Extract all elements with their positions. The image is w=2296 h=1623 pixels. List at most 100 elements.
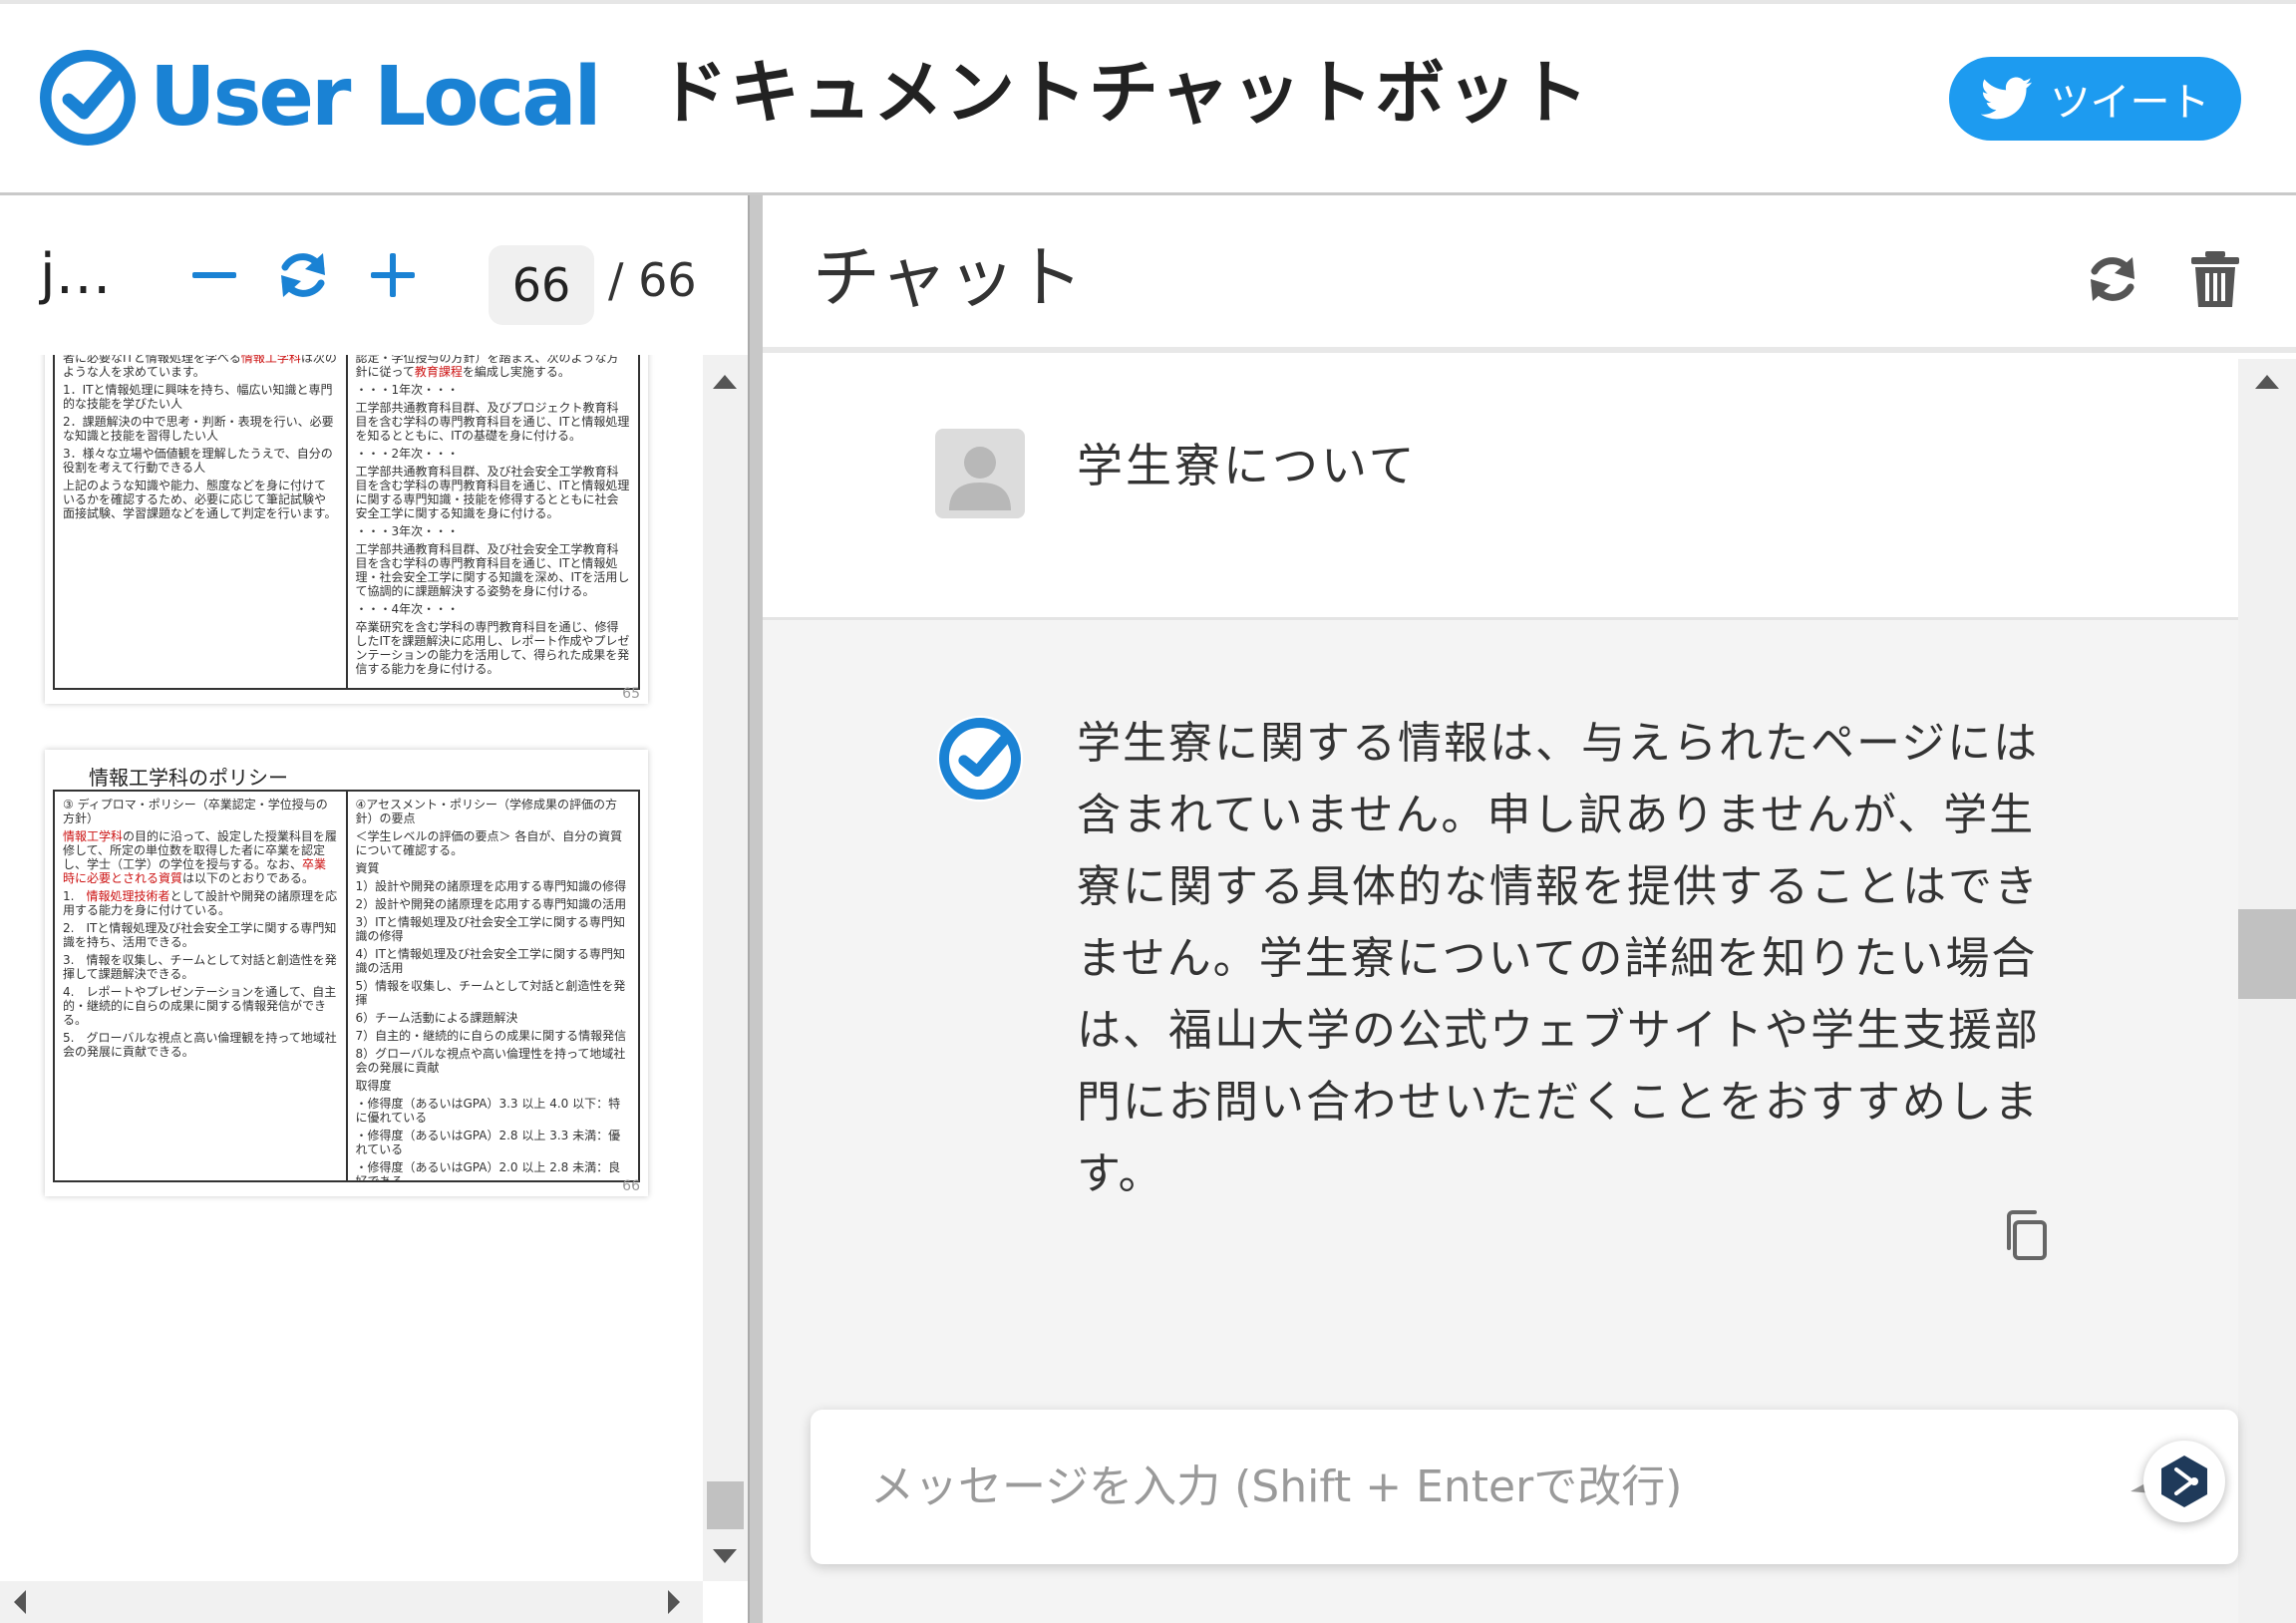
document-paragraph: 2．課題解決の中で思考・判断・表現を行い、必要な知識と技能を習得したい人 (63, 415, 338, 443)
body-text: 6）チーム活動による課題解決 (355, 1011, 518, 1025)
document-paragraph: 3. 情報を収集し、チームとして対話と創造性を発揮して課題解決できる。 (63, 953, 338, 981)
document-name[interactable]: j… (40, 247, 112, 303)
document-paragraph: ・修得度（あるいはGPA）2.8 以上 3.3 未満：優れている (356, 1129, 631, 1156)
chat-vertical-scrollbar[interactable] (2238, 359, 2296, 1623)
document-paragraph: ・・・2年次・・・ (356, 447, 631, 461)
document-paragraph: 認定・学位授与の方針）を踏まえ、次のような方針に従って教育課程を編成し実施する。 (356, 355, 631, 379)
document-paragraph: ・修得度（あるいはGPA）3.3 以上 4.0 以下：特に優れている (356, 1097, 631, 1125)
chat-title: チャット (813, 239, 1084, 318)
chat-header: チャット (763, 195, 2296, 353)
page-65-right-column: 認定・学位授与の方針）を踏まえ、次のような方針に従って教育課程を編成し実施する。… (345, 355, 639, 688)
document-paragraph: 取得度 (356, 1079, 631, 1093)
document-paragraph: 1）設計や開発の諸原理を応用する専門知識の修得 (356, 879, 631, 893)
panel-splitter[interactable] (748, 195, 763, 1623)
document-paragraph: 4）ITと情報処理及び社会安全工学に関する専門知識の活用 (356, 947, 631, 975)
body-text: 3．様々な立場や価値観を理解したうえで、自分の役割を考えて行動できる人 (63, 447, 333, 475)
page-65-columns: 者に必要なITと情報処理を学べる情報工学科は次のような人を求めています。 1．IT… (53, 355, 640, 690)
body-text: 4）ITと情報処理及び社会安全工学に関する専門知識の活用 (355, 947, 626, 975)
body-text: 者に必要なITと情報処理を学べる (63, 355, 241, 365)
app-header: User Local ドキュメントチャットボット ツイート (0, 0, 2296, 195)
body-text: 8）グローバルな視点や高い倫理性を持って地域社会の発展に貢献 (355, 1047, 626, 1075)
highlighted-text: 情報処理技術者 (86, 889, 170, 903)
body-text: ・・・4年次・・・ (355, 602, 460, 616)
twitter-bird-icon (1980, 77, 2032, 120)
body-text: ③ ディプロマ・ポリシー（卒業認定・学位授与の方針） (63, 798, 328, 825)
document-paragraph: ④アセスメント・ポリシー（学修成果の評価の方針）の要点 (356, 798, 631, 825)
document-paragraph: 5）情報を収集し、チームとして対話と創造性を発揮 (356, 979, 631, 1007)
document-paragraph: ・・・4年次・・・ (356, 602, 631, 616)
viewer-horizontal-scrollbar[interactable] (0, 1581, 703, 1623)
minus-icon (192, 272, 236, 278)
body-text: 工学部共通教育科目群、及びプロジェクト教育科目を含む学科の専門教育科目を通じ、I… (355, 401, 630, 443)
body-text: 取得度 (355, 1079, 392, 1093)
scroll-thumb[interactable] (707, 1481, 744, 1529)
body-text: 4. レポートやプレゼンテーションを通して、自主的・継続的に自らの成果に関する情… (63, 985, 337, 1027)
page-65-left-column: 者に必要なITと情報処理を学べる情報工学科は次のような人を求めています。 1．IT… (55, 355, 346, 688)
user-message-text: 学生寮について (1077, 439, 1418, 492)
user-local-logo-icon (40, 50, 136, 146)
header-top-border (0, 0, 2296, 4)
refresh-icon (281, 253, 325, 297)
zoom-in-button[interactable] (361, 243, 425, 307)
viewer-vertical-scrollbar[interactable] (703, 355, 748, 1581)
floating-assistant-button[interactable] (2143, 1441, 2225, 1522)
bot-avatar-icon (936, 715, 1024, 803)
page-66-right-column: ④アセスメント・ポリシー（学修成果の評価の方針）の要点 ＜学生レベルの評価の要点＞… (345, 792, 639, 1180)
document-paragraph: 2）設計や開発の諸原理を応用する専門知識の活用 (356, 897, 631, 911)
assistant-widget-icon (2161, 1456, 2207, 1507)
copy-button[interactable] (1999, 1208, 2055, 1264)
document-paragraph: 3）ITと情報処理及び社会安全工学に関する専門知識の修得 (356, 915, 631, 943)
document-paragraph: 2. ITと情報処理及び社会安全工学に関する専門知識を持ち、活用できる。 (63, 921, 338, 949)
reset-zoom-button[interactable] (271, 243, 335, 307)
body-text: を編成し実施する。 (462, 365, 570, 379)
body-text: 卒業研究を含む学科の専門教育科目を通じ、修得したITを課題解決に応用し、レポート… (355, 620, 630, 676)
body-text: 2）設計や開発の諸原理を応用する専門知識の活用 (355, 897, 627, 911)
document-page-65: 者に必要なITと情報処理を学べる情報工学科は次のような人を求めています。 1．IT… (45, 355, 648, 704)
document-paragraph: ・・・3年次・・・ (356, 524, 631, 538)
tweet-button[interactable]: ツイート (1949, 57, 2241, 141)
page-66-left-column: ③ ディプロマ・ポリシー（卒業認定・学位授与の方針） 情報工学科の目的に沿って、設… (55, 792, 346, 1180)
body-text: ・修得度（あるいはGPA）2.0 以上 2.8 未満：良好である (355, 1160, 621, 1180)
document-paragraph: 上記のような知識や能力、態度などを身に付けているかを確認するため、必要に応じて筆… (63, 479, 338, 520)
body-text: ・修得度（あるいはGPA）2.8 以上 3.3 未満：優れている (355, 1129, 621, 1156)
scroll-down-arrow-icon[interactable] (713, 1549, 737, 1563)
document-paragraph: 8）グローバルな視点や高い倫理性を持って地域社会の発展に貢献 (356, 1047, 631, 1075)
page-number-label: 66 (622, 1178, 640, 1194)
highlighted-text: 情報工学科 (63, 829, 124, 843)
scroll-up-arrow-icon[interactable] (2255, 375, 2279, 389)
body-text: 3. 情報を収集し、チームとして対話と創造性を発揮して課題解決できる。 (63, 953, 337, 981)
logo-text: User Local (150, 50, 602, 145)
refresh-chat-button[interactable] (2081, 247, 2144, 311)
body-text: ・・・1年次・・・ (355, 383, 460, 397)
scroll-up-arrow-icon[interactable] (713, 375, 737, 389)
page-number-input[interactable] (489, 245, 594, 325)
zoom-out-button[interactable] (182, 243, 246, 307)
app-title: ドキュメントチャットボット (658, 52, 1591, 134)
document-paragraph: 者に必要なITと情報処理を学べる情報工学科は次のような人を求めています。 (63, 355, 338, 379)
document-paragraph: 工学部共通教育科目群、及び社会安全工学教育科目を含む学科の専門教育科目を通じ、I… (356, 542, 631, 598)
message-input[interactable] (811, 1410, 2107, 1564)
user-local-logo[interactable]: User Local (40, 48, 602, 148)
body-text: 2．課題解決の中で思考・判断・表現を行い、必要な知識と技能を習得したい人 (63, 415, 334, 443)
document-paragraph: 資質 (356, 861, 631, 875)
body-text: 3）ITと情報処理及び社会安全工学に関する専門知識の修得 (355, 915, 626, 943)
scroll-left-arrow-icon[interactable] (14, 1590, 26, 1614)
document-paragraph: 1. 情報処理技術者として設計や開発の諸原理を応用する能力を身に付けている。 (63, 889, 338, 917)
document-paragraph: ・修得度（あるいはGPA）2.0 以上 2.8 未満：良好である (356, 1160, 631, 1180)
page-66-columns: ③ ディプロマ・ポリシー（卒業認定・学位授与の方針） 情報工学科の目的に沿って、設… (53, 790, 640, 1182)
viewer-toolbar: j… / 66 (0, 195, 748, 355)
body-text: ・修得度（あるいはGPA）3.3 以上 4.0 以下：特に優れている (355, 1097, 621, 1125)
body-text: 工学部共通教育科目群、及び社会安全工学教育科目を含む学科の専門教育科目を通じ、I… (355, 465, 630, 520)
document-paragraph: 情報工学科の目的に沿って、設定した授業科目を履修して、所定の単位数を取得した者に… (63, 829, 338, 885)
scroll-thumb[interactable] (2238, 909, 2296, 999)
document-paragraph: 工学部共通教育科目群、及びプロジェクト教育科目を含む学科の専門教育科目を通じ、I… (356, 401, 631, 443)
document-viewer: j… / 66 者に必要なITと情報処理を学べる情報工学科 (0, 195, 748, 1623)
body-text: 資質 (355, 861, 380, 875)
delete-chat-button[interactable] (2183, 247, 2247, 311)
document-paragraph: 7）自主的・継続的に自らの成果に関する情報発信 (356, 1029, 631, 1043)
document-pages[interactable]: 者に必要なITと情報処理を学べる情報工学科は次のような人を求めています。 1．IT… (0, 355, 703, 1581)
highlighted-text: 情報工学科 (240, 355, 301, 365)
body-text: は以下のとおりである。 (182, 871, 314, 885)
scroll-right-arrow-icon[interactable] (668, 1590, 680, 1614)
body-text: 1．ITと情報処理に興味を持ち、幅広い知識と専門的な技能を学びたい人 (63, 383, 333, 411)
